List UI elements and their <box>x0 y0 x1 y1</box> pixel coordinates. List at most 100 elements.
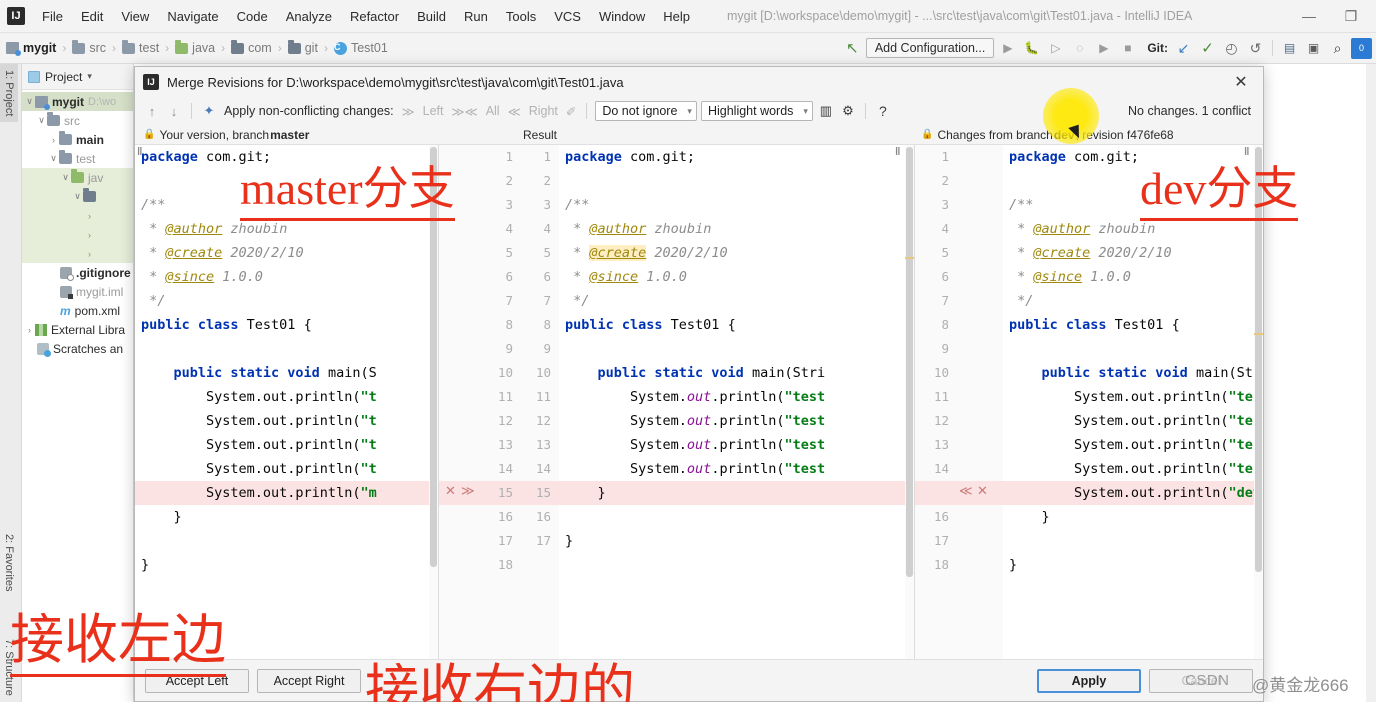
chevron-down-icon[interactable]: ∨ <box>24 96 35 107</box>
result-code-pane[interactable]: package com.git; /** * @author zhoubin *… <box>559 145 914 659</box>
apply-left-icon[interactable]: ≫ <box>400 104 417 119</box>
chevron-right-icon[interactable]: › <box>48 135 59 145</box>
tree-item-main[interactable]: › main <box>22 130 133 149</box>
debug-icon[interactable]: 🐛 <box>1021 38 1042 59</box>
apply-all-icon[interactable]: ≫≪ <box>450 104 480 119</box>
add-configuration-button[interactable]: Add Configuration... <box>865 38 995 58</box>
right-scroll-thumb[interactable] <box>1255 147 1262 572</box>
tree-item-mygit[interactable]: ∨ mygit D:\wo <box>22 92 133 111</box>
sidebar-item-favorites[interactable]: 2: Favorites <box>0 528 18 597</box>
menu-analyze[interactable]: Analyze <box>277 6 341 27</box>
wand-icon[interactable]: ✐ <box>564 104 578 119</box>
breadcrumb-java[interactable]: java <box>175 39 215 55</box>
right-code-pane[interactable]: package com.git; /** * @author zhoubin *… <box>1003 145 1263 659</box>
minimize-button[interactable]: — <box>1288 1 1330 31</box>
breadcrumb-com[interactable]: com <box>231 39 272 55</box>
menu-tools[interactable]: Tools <box>497 6 545 27</box>
chevron-down-icon[interactable]: ▾ <box>87 71 92 82</box>
result-scroll-thumb[interactable] <box>906 147 913 577</box>
stop-icon[interactable]: ■ <box>1117 38 1138 59</box>
magic-resolve-icon[interactable]: ✦ <box>200 102 218 120</box>
tree-item-scratches[interactable]: Scratches an <box>22 339 133 358</box>
git-commit-icon[interactable]: ✓ <box>1197 38 1218 59</box>
revert-conflict-left-icon[interactable]: ✕ <box>445 484 457 499</box>
profile-icon[interactable]: ◌ <box>1069 38 1090 59</box>
sidebar-item-project[interactable]: 1: Project <box>0 64 18 123</box>
chevron-right-icon[interactable]: › <box>84 230 95 240</box>
git-history-icon[interactable]: ◴ <box>1221 38 1242 59</box>
left-code-content[interactable]: package com.git; /** * @author zhoubin *… <box>135 145 429 659</box>
menu-code[interactable]: Code <box>228 6 277 27</box>
chevron-down-icon[interactable]: ∨ <box>72 191 83 202</box>
previous-difference-icon[interactable]: ↑ <box>143 102 161 120</box>
sidebar-item-structure[interactable]: 7: Structure <box>0 633 18 702</box>
tree-item-nested-2[interactable]: › <box>22 225 133 244</box>
right-pane-drag-handle[interactable]: ‖ <box>1244 147 1249 158</box>
left-scrollbar[interactable] <box>429 145 438 659</box>
search-icon[interactable]: ⌕ <box>1327 38 1348 59</box>
tree-item-src[interactable]: ∨ src <box>22 111 133 130</box>
result-scrollbar[interactable] <box>905 145 914 659</box>
left-code-pane[interactable]: ‖ package com.git; /** * @author zhoubin… <box>135 145 438 659</box>
tree-item-external-libraries[interactable]: › External Libra <box>22 320 133 339</box>
menu-refactor[interactable]: Refactor <box>341 6 408 27</box>
close-icon[interactable]: ✕ <box>1227 70 1255 94</box>
chevron-right-icon[interactable]: › <box>84 249 95 259</box>
tree-item-gitignore[interactable]: .gitignore <box>22 263 133 282</box>
chevron-right-icon[interactable]: › <box>84 211 95 221</box>
left-scroll-thumb[interactable] <box>430 147 437 567</box>
breadcrumb-test01[interactable]: C Test01 <box>333 41 388 55</box>
breadcrumb-mygit[interactable]: mygit <box>6 41 56 56</box>
accept-right-conflict-icon[interactable]: ≪ <box>959 484 974 499</box>
result-pane-drag-handle[interactable]: ‖ <box>895 147 900 158</box>
menu-view[interactable]: View <box>112 6 158 27</box>
menu-window[interactable]: Window <box>590 6 654 27</box>
notification-badge-icon[interactable]: 0 <box>1351 37 1372 59</box>
menu-file[interactable]: File <box>33 6 72 27</box>
menu-vcs[interactable]: VCS <box>545 6 590 27</box>
tree-item-nested-1[interactable]: › <box>22 206 133 225</box>
help-icon[interactable]: ? <box>874 102 892 120</box>
chevron-down-icon[interactable]: ∨ <box>36 115 47 126</box>
right-code-content[interactable]: package com.git; /** * @author zhoubin *… <box>1003 145 1254 659</box>
result-code-content[interactable]: package com.git; /** * @author zhoubin *… <box>559 145 905 659</box>
tree-item-test[interactable]: ∨ test <box>22 149 133 168</box>
git-update-icon[interactable]: ↙ <box>1173 38 1194 59</box>
run-icon[interactable]: ▶ <box>997 38 1018 59</box>
highlight-policy-select[interactable]: Highlight words ▾ <box>700 101 813 121</box>
layout-icon[interactable]: ▤ <box>1279 38 1300 59</box>
next-difference-icon[interactable]: ↓ <box>165 102 183 120</box>
apply-left-button[interactable]: Left <box>421 104 446 118</box>
accept-left-button[interactable]: Accept Left <box>145 668 249 693</box>
apply-right-icon[interactable]: ≪ <box>506 104 523 119</box>
run-with-coverage-icon[interactable]: ▷ <box>1045 38 1066 59</box>
run-secondary-icon[interactable]: ▶ <box>1093 38 1114 59</box>
project-panel-header[interactable]: Project ▾ <box>22 64 133 90</box>
ignore-policy-select[interactable]: Do not ignore ▾ <box>595 101 697 121</box>
accept-right-button[interactable]: Accept Right <box>257 668 361 693</box>
accept-left-conflict-icon[interactable]: ≫ <box>461 484 476 499</box>
back-arrow-icon[interactable]: ↖ <box>842 38 863 59</box>
chevron-down-icon[interactable]: ∨ <box>48 153 59 164</box>
left-gutter[interactable]: ✕ ≫ 1 2 3 4 5 6 7 8 9 10 11 12 13 14 15 16 17 18 123456789… <box>439 145 559 659</box>
git-revert-icon[interactable]: ↺ <box>1245 38 1266 59</box>
right-gutter[interactable]: 123456789101112131415161718 ≪✕ <box>915 145 1003 659</box>
chevron-right-icon[interactable]: › <box>24 325 35 335</box>
tree-item-com[interactable]: ∨ <box>22 187 133 206</box>
breadcrumb-git[interactable]: git <box>287 39 318 55</box>
right-conflict-marks[interactable]: ≪ ✕ <box>915 145 1003 659</box>
tree-item-mygit-iml[interactable]: mygit.iml <box>22 282 133 301</box>
menu-run[interactable]: Run <box>455 6 497 27</box>
apply-right-button[interactable]: Right <box>527 104 560 118</box>
menu-help[interactable]: Help <box>654 6 699 27</box>
right-scrollbar[interactable] <box>1254 145 1263 659</box>
maximize-button[interactable]: ❐ <box>1330 1 1372 31</box>
columns-icon[interactable]: ▥ <box>817 102 835 120</box>
revert-conflict-right-icon[interactable]: ✕ <box>977 484 989 499</box>
tree-item-pom-xml[interactable]: m pom.xml <box>22 301 133 320</box>
menu-navigate[interactable]: Navigate <box>158 6 227 27</box>
tree-item-java[interactable]: ∨ jav <box>22 168 133 187</box>
apply-button[interactable]: Apply <box>1037 668 1141 693</box>
gear-icon[interactable]: ⚙ <box>839 102 857 120</box>
breadcrumb-test[interactable]: test <box>122 39 159 55</box>
